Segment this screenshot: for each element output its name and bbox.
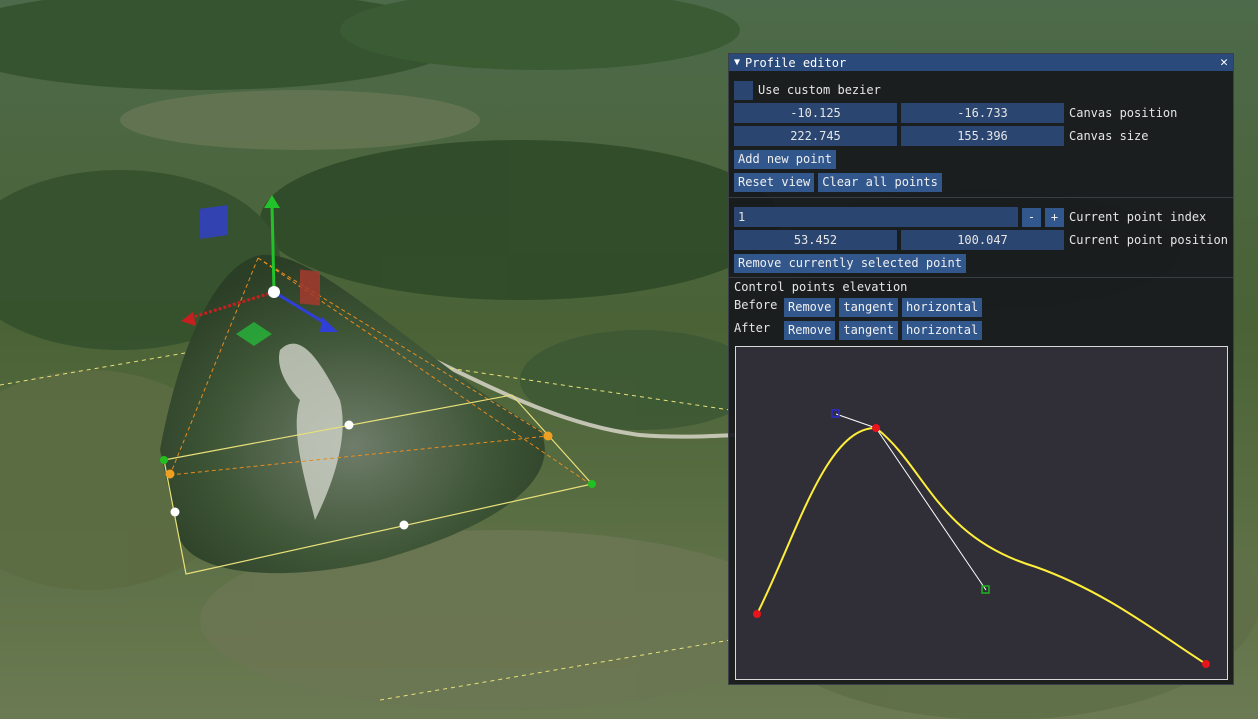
current-point-position-label: Current point position — [1069, 233, 1228, 247]
current-point-position-row: 53.452 100.047 Current point position — [734, 230, 1228, 250]
current-point-index-field[interactable]: 1 — [734, 207, 1018, 227]
before-label: Before — [734, 298, 778, 312]
before-handle-line — [835, 413, 877, 429]
after-handle-line — [875, 427, 987, 591]
current-point-index-label: Current point index — [1069, 210, 1207, 224]
after-label: After — [734, 321, 771, 335]
profile-curve-canvas[interactable] — [735, 346, 1228, 680]
curve-start-point[interactable] — [753, 610, 761, 618]
elevation-after-row: After Remove tangent horizontal — [734, 320, 986, 340]
canvas-size-row: 222.745 155.396 Canvas size — [734, 126, 1148, 146]
reset-view-button[interactable]: Reset view — [734, 172, 815, 192]
clear-all-points-button[interactable]: Clear all points — [818, 172, 942, 192]
canvas-size-label: Canvas size — [1069, 129, 1149, 143]
close-icon[interactable]: ✕ — [1220, 54, 1228, 71]
canvas-position-label: Canvas position — [1069, 106, 1178, 120]
window-title: Profile editor — [745, 55, 847, 70]
decrement-index-button[interactable]: - — [1022, 207, 1041, 227]
remove-selected-point-button[interactable]: Remove currently selected point — [734, 253, 966, 273]
control-points-elevation-title: Control points elevation — [734, 280, 908, 294]
canvas-position-y-field[interactable]: -16.733 — [901, 103, 1064, 123]
curve-end-point[interactable] — [1202, 660, 1210, 668]
canvas-size-h-field[interactable]: 155.396 — [901, 126, 1064, 146]
custom-bezier-row: Use custom bezier — [734, 80, 881, 100]
add-point-row: Add new point — [734, 149, 840, 169]
canvas-size-w-field[interactable]: 222.745 — [734, 126, 897, 146]
current-point-x-field[interactable]: 53.452 — [734, 230, 897, 250]
after-horizontal-button[interactable]: horizontal — [901, 320, 983, 340]
elevation-before-row: Before Remove tangent horizontal — [734, 297, 986, 317]
separator — [729, 197, 1233, 198]
canvas-position-x-field[interactable]: -10.125 — [734, 103, 897, 123]
increment-index-button[interactable]: + — [1045, 207, 1064, 227]
window-titlebar[interactable]: ▼ Profile editor ✕ — [729, 54, 1233, 71]
before-control-handle[interactable] — [831, 409, 840, 418]
canvas-position-row: -10.125 -16.733 Canvas position — [734, 103, 1177, 123]
before-tangent-button[interactable]: tangent — [839, 297, 898, 317]
after-tangent-button[interactable]: tangent — [839, 320, 898, 340]
current-point-y-field[interactable]: 100.047 — [901, 230, 1064, 250]
elevation-title-row: Control points elevation — [734, 277, 907, 297]
before-remove-button[interactable]: Remove — [784, 297, 836, 317]
curve-selected-point[interactable] — [872, 424, 880, 432]
use-custom-bezier-label: Use custom bezier — [758, 83, 881, 97]
after-remove-button[interactable]: Remove — [784, 320, 836, 340]
remove-selected-row: Remove currently selected point — [734, 253, 970, 273]
profile-curve — [756, 426, 1207, 665]
use-custom-bezier-checkbox[interactable] — [734, 80, 753, 100]
add-new-point-button[interactable]: Add new point — [734, 149, 836, 169]
before-horizontal-button[interactable]: horizontal — [901, 297, 983, 317]
view-actions-row: Reset view Clear all points — [734, 172, 946, 192]
current-point-index-row: 1 - + Current point index — [734, 207, 1206, 227]
collapse-triangle-icon[interactable]: ▼ — [734, 57, 740, 68]
profile-editor-window[interactable]: ▼ Profile editor ✕ Use custom bezier -10… — [728, 53, 1234, 685]
